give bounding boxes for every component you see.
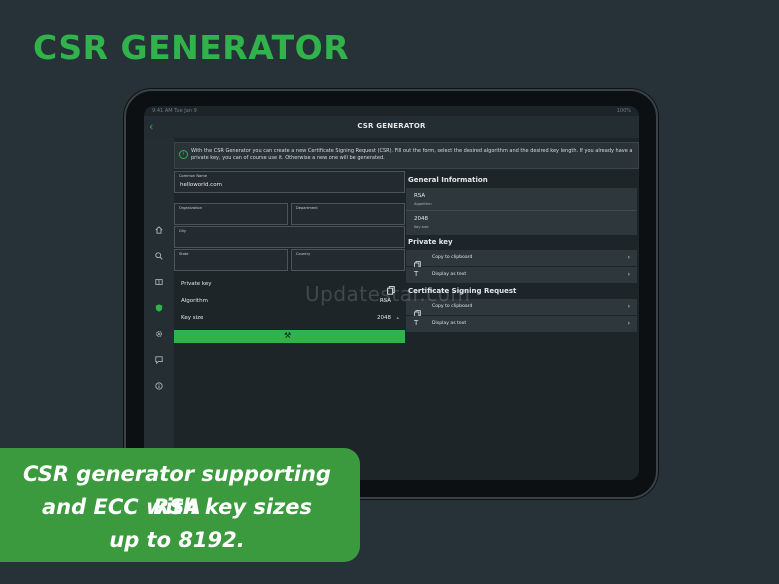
text-icon: T	[414, 319, 419, 327]
chevron-right-icon: ›	[627, 320, 630, 327]
pk-copy-label: Copy to clipboard	[432, 255, 473, 260]
watermark: Updatestar.com	[305, 282, 471, 306]
csr-display-label: Display as text	[432, 321, 467, 326]
pk-copy-row[interactable]: Copy to clipboard ›	[406, 250, 637, 269]
nav-bar: ‹ CSR GENERATOR	[144, 116, 639, 138]
department-label: Department	[296, 206, 318, 210]
private-key-label: Private key	[181, 281, 212, 287]
banner-line-3: up to 8192.	[109, 528, 245, 552]
generate-button[interactable]: ⚒	[174, 330, 405, 343]
gi-algorithm-value: RSA	[414, 193, 426, 199]
organization-label: Organization	[179, 206, 202, 210]
info-icon[interactable]	[153, 382, 165, 394]
common-name-label: Common Name	[179, 174, 207, 178]
status-time: 9:41 AM Tue Jan 9	[152, 108, 197, 114]
chevron-right-icon: ›	[627, 271, 630, 278]
general-info-card: RSA Algorithm 2048 Key size	[406, 188, 637, 235]
city-field[interactable]: City	[174, 226, 405, 248]
promo-banner: CSR generator supporting RSA and ECC wit…	[0, 448, 360, 562]
organization-field[interactable]: Organization	[174, 203, 288, 225]
pk-display-row[interactable]: T Display as text ›	[406, 267, 637, 283]
pk-display-label: Display as text	[432, 272, 467, 277]
chevron-right-icon: ›	[627, 303, 630, 310]
state-label: State	[179, 252, 189, 256]
key-size-value: 2048	[377, 315, 391, 321]
private-key-title: Private key	[408, 238, 453, 246]
home-icon[interactable]	[153, 226, 165, 238]
banner-line-2: and ECC with key sizes	[42, 495, 312, 519]
search-icon[interactable]	[153, 252, 165, 264]
status-bar: 9:41 AM Tue Jan 9 100%	[144, 106, 639, 116]
common-name-field[interactable]: Common Name helloworld.com	[174, 171, 405, 193]
info-circle-icon: i	[179, 150, 188, 159]
country-field[interactable]: Country	[291, 249, 405, 271]
gi-algorithm-label: Algorithm	[414, 202, 432, 206]
state-field[interactable]: State	[174, 249, 288, 271]
book-icon[interactable]	[153, 278, 165, 290]
text-icon: T	[414, 270, 419, 278]
feedback-icon[interactable]	[153, 356, 165, 368]
key-size-label: Key size	[181, 315, 204, 321]
city-label: City	[179, 229, 187, 233]
general-info-title: General Information	[408, 176, 488, 184]
chevron-right-icon: ›	[627, 254, 630, 261]
tools-icon: ⚒	[284, 331, 292, 340]
promo-headline: CSR GENERATOR	[33, 28, 350, 67]
common-name-value: helloworld.com	[180, 182, 222, 188]
shield-icon[interactable]	[153, 304, 165, 316]
country-label: Country	[296, 252, 311, 256]
sidebar	[144, 138, 174, 480]
gear-icon[interactable]	[153, 330, 165, 342]
department-field[interactable]: Department	[291, 203, 405, 225]
gi-key-size-value: 2048	[414, 216, 428, 222]
info-banner: i With the CSR Generator you can create …	[174, 142, 639, 169]
key-size-row[interactable]: Key size 2048 ▴	[174, 311, 405, 327]
info-text: With the CSR Generator you can create a …	[191, 148, 633, 161]
stepper-icon[interactable]: ▴	[396, 315, 399, 321]
algorithm-label: Algorithm	[181, 298, 208, 304]
gi-key-size-label: Key size	[414, 225, 429, 229]
csr-display-row[interactable]: T Display as text ›	[406, 316, 637, 332]
status-battery: 100%	[616, 108, 631, 114]
screen-title: CSR GENERATOR	[357, 122, 426, 130]
